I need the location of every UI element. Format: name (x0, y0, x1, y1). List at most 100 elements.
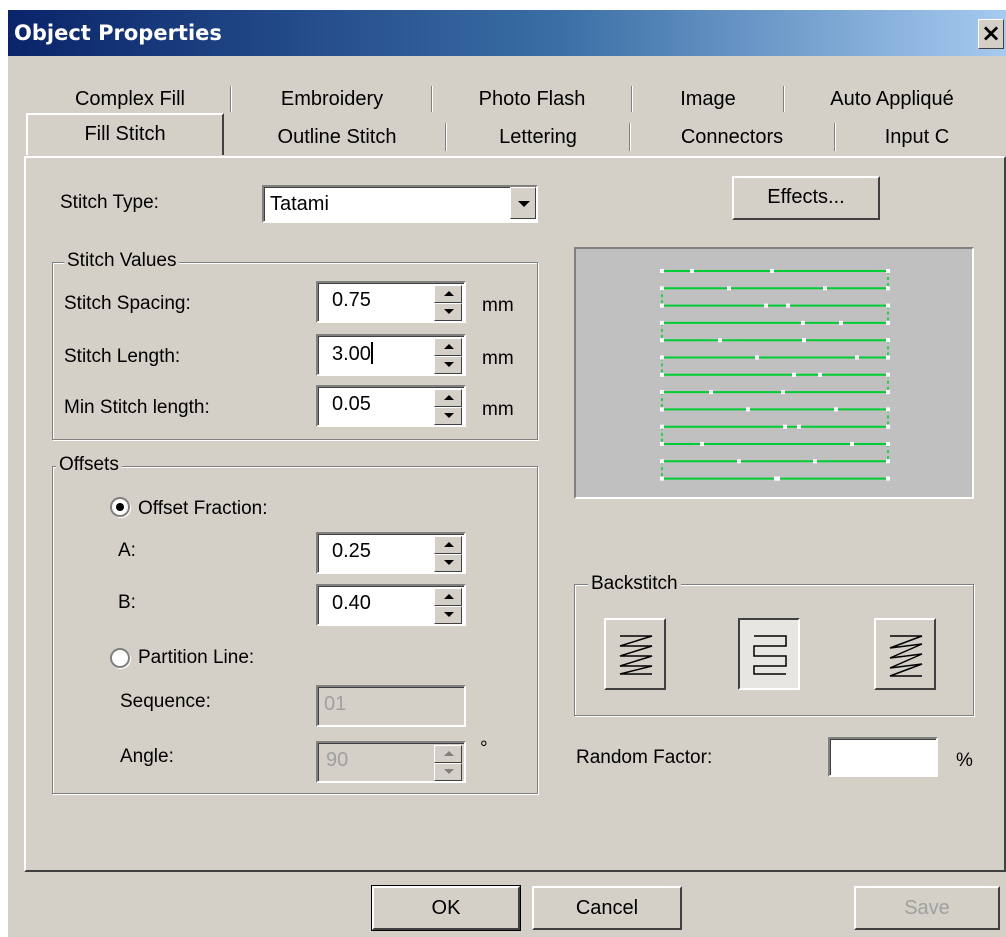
needle-point (813, 459, 817, 464)
needle-point (818, 372, 822, 377)
needle-point (839, 320, 843, 325)
needle-point (660, 320, 664, 325)
tab-outline-stitch[interactable]: Outline Stitch (230, 120, 444, 154)
spin-down-icon[interactable] (434, 606, 462, 624)
needle-point (886, 390, 890, 395)
angle-spinner (434, 745, 462, 781)
needle-point (660, 459, 664, 464)
tab-lettering[interactable]: Lettering (448, 120, 628, 154)
needle-point (764, 303, 768, 308)
needle-point (886, 407, 890, 412)
backstitch-option-zigzag[interactable] (874, 618, 936, 690)
partition-line-radio[interactable] (110, 648, 130, 668)
radio-selected-dot (116, 503, 124, 511)
needle-point (855, 355, 859, 360)
backstitch-zigzag-icon (889, 635, 923, 677)
stitch-spacing-spinner[interactable] (434, 285, 462, 321)
stitch-length-label: Stitch Length: (64, 346, 181, 367)
needle-point (660, 442, 664, 446)
needle-point (886, 269, 890, 273)
tab-auto-applique[interactable]: Auto Appliqué (786, 82, 998, 116)
random-factor-field[interactable] (828, 737, 938, 777)
stitch-length-field[interactable]: 3.00 (316, 334, 466, 376)
min-stitch-length-spinner[interactable] (434, 389, 462, 425)
backstitch-diagonal-icon (619, 635, 653, 675)
spin-down-icon[interactable] (434, 303, 462, 321)
spin-down-icon[interactable] (434, 554, 462, 572)
spin-up-icon[interactable] (434, 338, 462, 356)
backstitch-option-straight[interactable] (738, 618, 800, 690)
needle-point (746, 407, 750, 412)
offset-a-field[interactable]: 0.25 (316, 532, 466, 574)
spin-up-icon[interactable] (434, 389, 462, 407)
tab-divider (629, 123, 631, 151)
offsets-title: Offsets (56, 454, 122, 476)
offset-b-value: 0.40 (332, 592, 371, 614)
tab-photo-flash[interactable]: Photo Flash (434, 82, 630, 116)
tab-divider (834, 123, 836, 151)
offset-b-spinner[interactable] (434, 588, 462, 624)
close-button[interactable]: × (978, 19, 1004, 49)
ok-button[interactable]: OK (371, 885, 521, 931)
title-bar: Object Properties × (8, 10, 1006, 56)
stitch-spacing-unit: mm (482, 295, 514, 316)
needle-point (727, 286, 731, 291)
offset-a-label: A: (118, 540, 136, 561)
needle-point (886, 286, 890, 291)
backstitch-option-diagonal[interactable] (604, 618, 666, 690)
angle-field: 90 (316, 741, 466, 783)
needle-point (886, 424, 890, 429)
needle-point (781, 390, 785, 395)
spin-up-icon[interactable] (434, 536, 462, 554)
chevron-down-icon[interactable] (510, 187, 536, 219)
tab-connectors[interactable]: Connectors (632, 120, 832, 154)
needle-point (660, 390, 664, 395)
needle-point (886, 372, 890, 377)
needle-point (709, 390, 713, 395)
offset-b-field[interactable]: 0.40 (316, 584, 466, 626)
offset-fraction-radio[interactable] (110, 497, 130, 517)
stitch-length-value: 3.00 (332, 343, 371, 365)
offset-fraction-label[interactable]: Offset Fraction: (138, 498, 268, 520)
needle-point (834, 407, 838, 412)
spin-down-icon[interactable] (434, 356, 462, 374)
tab-embroidery[interactable]: Embroidery (234, 82, 430, 116)
tab-divider (445, 123, 447, 151)
needle-point (797, 424, 801, 429)
needle-point (737, 459, 741, 464)
tab-image[interactable]: Image (634, 82, 782, 116)
needle-point (660, 424, 664, 429)
needle-point (850, 442, 854, 446)
needle-point (660, 372, 664, 377)
tab-divider (431, 86, 433, 112)
partition-line-label[interactable]: Partition Line: (138, 647, 254, 669)
spin-up-icon[interactable] (434, 588, 462, 606)
angle-unit: ° (480, 738, 488, 759)
spin-down-icon[interactable] (434, 407, 462, 425)
needle-point (886, 476, 890, 481)
tab-complex-fill[interactable]: Complex Fill (32, 82, 228, 116)
effects-button[interactable]: Effects... (732, 176, 880, 220)
needle-point (801, 320, 805, 325)
min-stitch-length-field[interactable]: 0.05 (316, 385, 466, 427)
offset-a-spinner[interactable] (434, 536, 462, 572)
object-properties-dialog: Object Properties × Complex Fill Embroid… (6, 8, 1006, 937)
stitch-spacing-field[interactable]: 0.75 (316, 281, 466, 323)
needle-point (660, 476, 664, 481)
tab-fill-stitch[interactable]: Fill Stitch (26, 113, 224, 155)
cancel-button[interactable]: Cancel (532, 886, 682, 930)
needle-point (886, 355, 890, 360)
tab-input-c[interactable]: Input C (838, 120, 996, 154)
sequence-field: 01 (316, 685, 466, 727)
needle-point (823, 286, 827, 291)
backstitch-title: Backstitch (588, 573, 681, 595)
needle-point (786, 303, 790, 308)
stitch-type-select[interactable]: Tatami (262, 185, 538, 223)
stitch-length-spinner[interactable] (434, 338, 462, 374)
needle-point (755, 355, 759, 360)
tab-divider (230, 86, 232, 112)
stitch-type-value: Tatami (270, 193, 329, 215)
needle-point (770, 269, 774, 273)
needle-point (783, 424, 787, 429)
spin-up-icon[interactable] (434, 285, 462, 303)
